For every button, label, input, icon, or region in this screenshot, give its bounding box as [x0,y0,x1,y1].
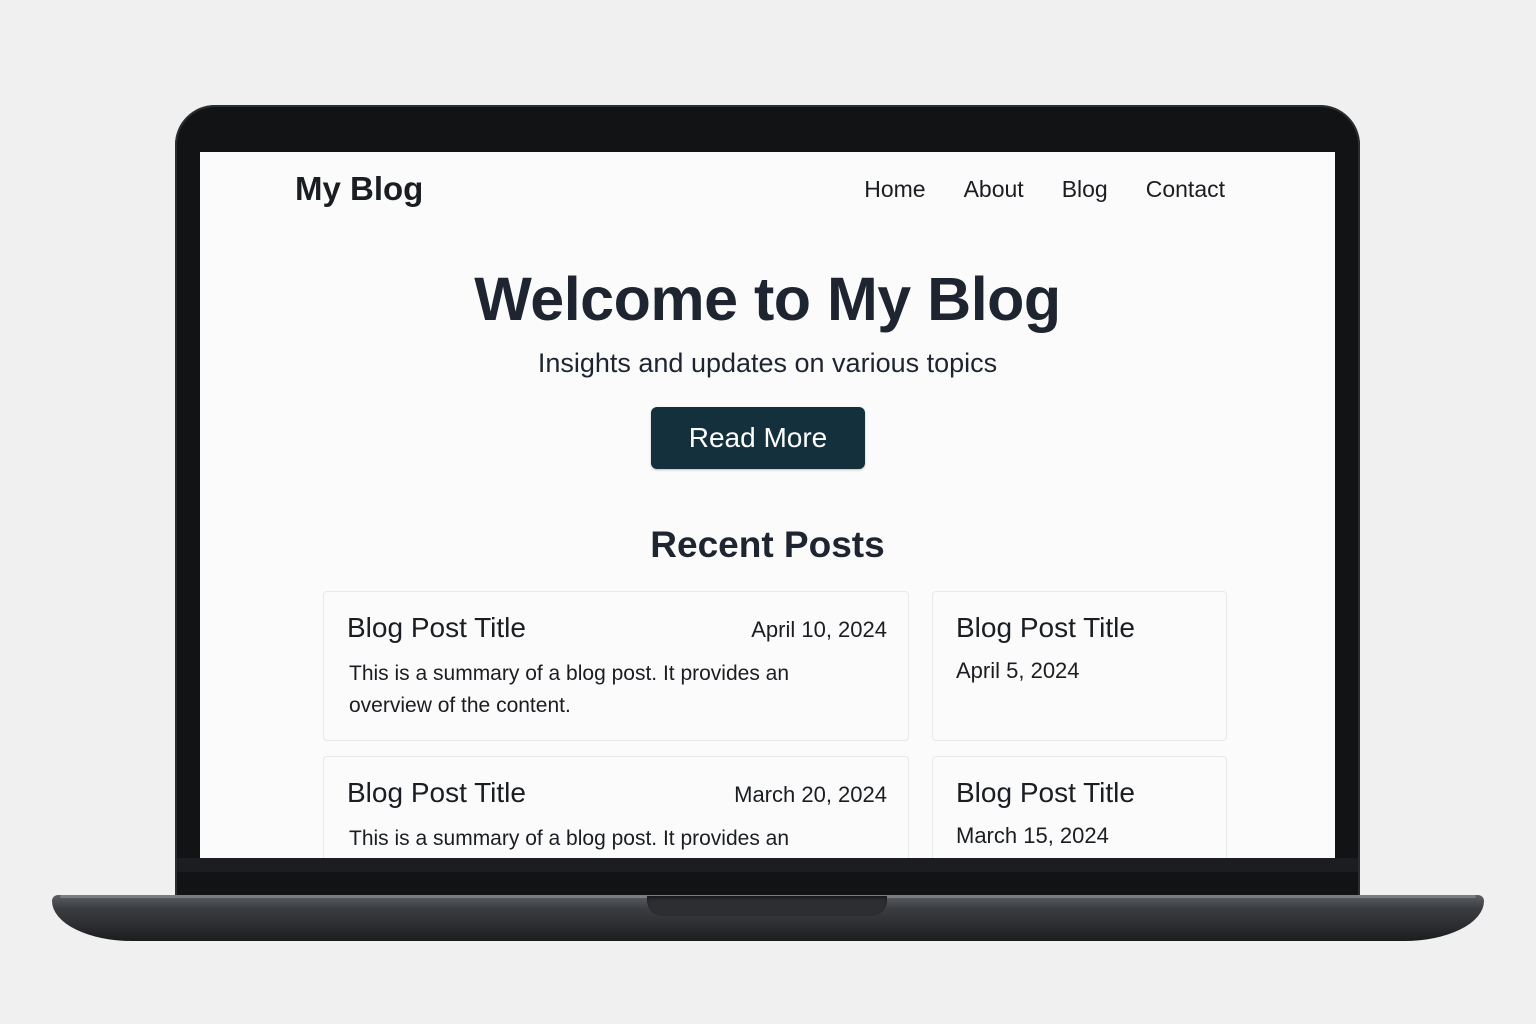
nav-link-blog[interactable]: Blog [1062,176,1108,203]
nav-menu: Home About Blog Contact [864,176,1225,203]
post-card[interactable]: Blog Post Title April 10, 2024 This is a… [323,591,909,741]
post-card[interactable]: Blog Post Title April 5, 2024 [932,591,1227,741]
post-card[interactable]: Blog Post Title March 15, 2024 [932,756,1227,858]
hero-subtitle: Insights and updates on various topics [537,348,998,378]
laptop-screen: My Blog Home About Blog Contact Welcome … [200,152,1335,858]
post-title[interactable]: Blog Post Title [347,612,526,644]
nav-link-contact[interactable]: Contact [1146,176,1225,203]
post-date: April 10, 2024 [751,617,887,642]
post-summary: This is a summary of a blog post. It pro… [349,662,790,717]
post-date: March 20, 2024 [734,782,887,807]
post-date: March 15, 2024 [956,823,1109,848]
post-title[interactable]: Blog Post Title [347,777,526,809]
site-logo[interactable]: My Blog [295,170,423,208]
post-date: April 5, 2024 [956,658,1080,683]
recent-posts-heading: Recent Posts [650,524,885,565]
site-header: My Blog Home About Blog Contact [200,152,1335,224]
nav-link-home[interactable]: Home [864,176,925,203]
laptop-opening-notch [647,896,887,916]
post-summary: This is a summary of a blog post. It pro… [349,827,790,850]
laptop-bezel-bottom [177,858,1358,872]
post-title[interactable]: Blog Post Title [956,612,1135,644]
read-more-button[interactable]: Read More [651,407,865,469]
nav-link-about[interactable]: About [964,176,1024,203]
post-title[interactable]: Blog Post Title [956,777,1135,809]
post-card[interactable]: Blog Post Title March 20, 2024 This is a… [323,756,909,858]
hero-title: Welcome to My Blog [474,265,1061,333]
